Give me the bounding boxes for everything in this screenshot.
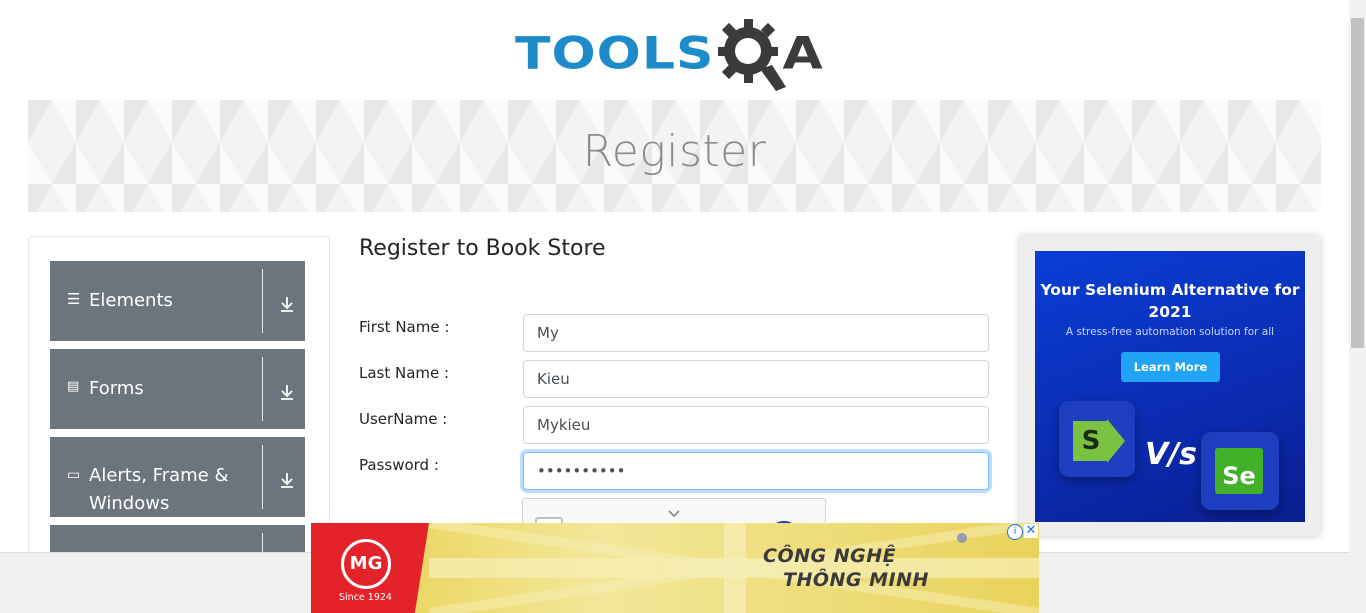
username-input[interactable]: [523, 406, 989, 444]
sidebar-group-label: Alerts, Frame & Windows: [89, 465, 229, 514]
divider: [262, 445, 263, 509]
last-name-input[interactable]: [523, 360, 989, 398]
gear-magnifier-icon: [718, 19, 787, 91]
window-icon: ▭: [67, 467, 81, 483]
page: TOOLS A Register ☰ Elements ▤ Forms ▭ Al…: [0, 0, 1366, 613]
username-label: UserName :: [359, 410, 448, 428]
hamburger-icon: ☰: [67, 290, 81, 308]
logo-letter: S: [1073, 421, 1109, 461]
download-arrow-icon: [281, 473, 293, 488]
mg-banner-ad[interactable]: MG Since 1924 CÔNG NGHỆ THÔNG MINH i ✕: [311, 523, 1039, 613]
union-jack-graphic: [429, 523, 1039, 613]
ad-subtitle: A stress-free automation solution for al…: [1065, 326, 1275, 338]
learn-more-button[interactable]: Learn More: [1121, 352, 1220, 382]
ad-headline-line1: CÔNG NGHỆ: [763, 545, 897, 567]
versus-text: V/s: [1145, 437, 1198, 472]
logo-wedge: [1107, 419, 1125, 463]
ad-title: Your Selenium Alternative for 2021: [1040, 281, 1300, 321]
katalon-logo-icon: S: [1059, 401, 1135, 477]
selenium-alternative-ad[interactable]: Your Selenium Alternative for 2021 A str…: [1035, 251, 1305, 522]
divider: [262, 357, 263, 421]
document-icon: ▤: [67, 379, 80, 394]
sidebar-group-elements[interactable]: ☰ Elements: [50, 261, 305, 341]
logo-letters: Se: [1215, 448, 1263, 494]
mg-since-text: Since 1924: [339, 592, 392, 603]
download-arrow-icon: [281, 297, 293, 312]
form-title: Register to Book Store: [359, 236, 606, 261]
download-arrow-icon: [281, 385, 293, 400]
mg-logo: MG: [341, 539, 391, 589]
last-name-label: Last Name :: [359, 364, 450, 382]
sidebar-group-label: Forms: [89, 378, 144, 399]
selenium-logo-icon: Se: [1201, 432, 1279, 510]
logo-text-a: A: [782, 28, 823, 80]
first-name-label: First Name :: [359, 318, 450, 336]
ad-brand-icon: [957, 533, 967, 543]
toolsqa-logo[interactable]: TOOLS A: [515, 16, 823, 92]
scrollbar-thumb[interactable]: [1351, 18, 1364, 348]
password-label: Password :: [359, 456, 439, 474]
page-banner: Register: [28, 100, 1321, 212]
sidebar-group-alerts[interactable]: ▭ Alerts, Frame & Windows: [50, 437, 305, 517]
ad-close-icon[interactable]: ✕: [1024, 524, 1038, 538]
divider: [262, 269, 263, 333]
chevron-down-icon: [668, 510, 680, 518]
ad-info-icon[interactable]: i: [1007, 524, 1023, 540]
sidebar-group-forms[interactable]: ▤ Forms: [50, 349, 305, 429]
logo-text-tools: TOOLS: [515, 28, 715, 80]
sidebar-group-label: Elements: [89, 290, 173, 311]
first-name-input[interactable]: [523, 314, 989, 352]
ad-headline-line2: THÔNG MINH: [783, 569, 929, 591]
page-title: Register: [582, 126, 767, 177]
password-input[interactable]: [523, 452, 989, 490]
